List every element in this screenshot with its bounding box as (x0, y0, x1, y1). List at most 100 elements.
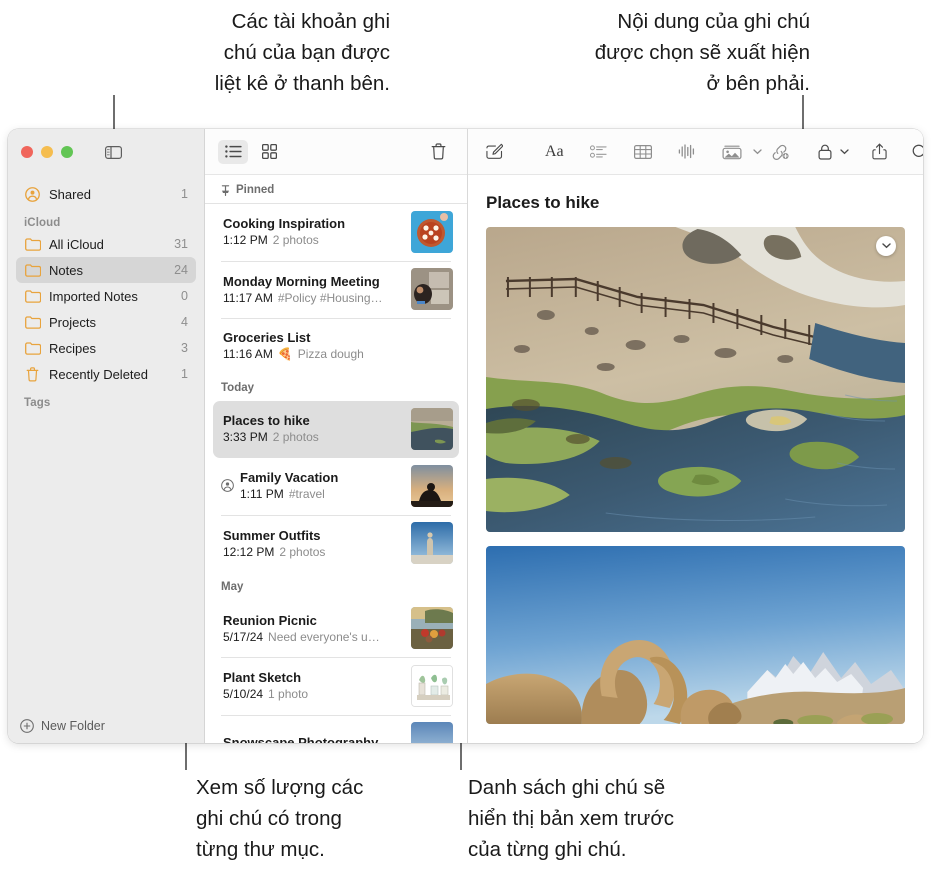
note-item-time: 1:12 PM (223, 233, 268, 247)
checklist-icon[interactable] (586, 139, 611, 165)
minimize-button[interactable] (41, 146, 53, 158)
sidebar-item-count: 3 (181, 341, 188, 355)
gallery-view-icon[interactable] (254, 140, 284, 164)
callout-bottom-right: Danh sách ghi chú sẽ hiển thị bản xem tr… (468, 776, 675, 861)
sidebar-item-count: 31 (174, 237, 188, 251)
notes-app-window: Shared 1 iCloud All iCloud 31 Notes 24 I… (8, 129, 923, 743)
chevron-down-icon[interactable] (876, 236, 896, 256)
compose-icon[interactable] (482, 139, 507, 165)
note-item-body: Groceries List 11:16 AM 🍕 Pizza dough (221, 330, 453, 361)
note-item-thumbnail (411, 407, 453, 450)
note-item-title: Plant Sketch (223, 670, 302, 685)
folder-icon (24, 262, 41, 278)
note-list-item[interactable]: Cooking Inspiration 1:12 PM 2 photos (213, 204, 459, 261)
note-item-title: Cooking Inspiration (223, 216, 346, 231)
link-add-icon[interactable] (766, 139, 794, 165)
share-icon[interactable] (868, 139, 891, 165)
trash-icon[interactable] (423, 140, 453, 164)
sidebar-item-recipes[interactable]: Recipes 3 (16, 335, 196, 361)
table-icon[interactable] (630, 139, 656, 165)
zoom-button[interactable] (61, 146, 73, 158)
sidebar-item-count: 1 (181, 367, 188, 381)
note-item-meta: 5/10/24 1 photo (223, 687, 405, 701)
note-item-title: Groceries List (223, 329, 311, 345)
sidebar-item-label: Recently Deleted (49, 366, 148, 382)
note-item-preview: Need everyone's u… (268, 629, 380, 644)
note-item-body: Summer Outfits 12:12 PM 2 photos (221, 528, 405, 559)
note-item-title: Family Vacation (240, 470, 339, 485)
format-aa-icon[interactable]: Aa (541, 139, 568, 165)
note-item-preview: 2 photos (279, 544, 326, 559)
note-item-time: 5/10/24 (223, 687, 264, 701)
callout-bottom-left: Xem số lượng các ghi chú có trong từng t… (196, 776, 364, 861)
note-list-item[interactable]: Monday Morning Meeting 11:17 AM #Policy … (213, 261, 459, 318)
hot-creek-river-photo[interactable] (486, 227, 905, 532)
note-item-thumbnail (411, 607, 453, 649)
note-item-meta: 12:12 PM 2 photos (223, 545, 405, 559)
pin-icon (221, 184, 230, 196)
folder-icon (24, 236, 41, 252)
note-list-item[interactable]: Reunion Picnic 5/17/24 Need everyone's u… (213, 600, 459, 657)
pizza-emoji-icon: 🍕 (277, 346, 293, 361)
note-item-time: 12:12 PM (223, 544, 275, 559)
note-item-meta: 5/17/24 Need everyone's u… (223, 630, 405, 644)
sidebar-item-projects[interactable]: Projects 4 (16, 309, 196, 335)
note-list-item[interactable]: Snowscape Photography (213, 715, 459, 743)
close-button[interactable] (21, 146, 33, 158)
note-item-body: Snowscape Photography (221, 735, 405, 744)
folder-icon (24, 288, 41, 304)
sidebar-item-label: All iCloud (49, 236, 104, 252)
note-item-body: Cooking Inspiration 1:12 PM 2 photos (221, 216, 405, 247)
mobius-arch-photo[interactable] (486, 546, 905, 724)
editor-toolbar: Aa (468, 129, 923, 175)
sidebar-item-count: 1 (181, 187, 188, 201)
note-item-body: Reunion Picnic 5/17/24 Need everyone's u… (221, 613, 405, 644)
note-item-preview: 1 photo (268, 687, 309, 701)
note-item-preview: Pizza dough (297, 346, 364, 361)
note-item-title: Monday Morning Meeting (223, 273, 380, 289)
callout-top-right: Nội dung của ghi chú được chọn sẽ xuất h… (594, 10, 810, 95)
folder-icon (24, 340, 41, 356)
note-item-meta: 11:17 AM #Policy #Housing… (223, 291, 405, 305)
notes-list-pane: Pinned Cooking Inspiration 1:12 PM 2 pho… (205, 129, 468, 743)
lock-icon[interactable] (814, 139, 836, 165)
chevron-down-icon[interactable] (836, 139, 853, 165)
chevron-down-icon[interactable] (749, 139, 766, 165)
note-item-meta: 1:11 PM #travel (240, 487, 405, 501)
sidebar-item-label: Imported Notes (49, 288, 138, 304)
note-list-item[interactable]: Family Vacation 1:11 PM #travel (213, 458, 459, 515)
sidebar-item-shared[interactable]: Shared 1 (16, 181, 196, 207)
note-list-item[interactable]: Plant Sketch 5/10/24 1 photo (213, 658, 459, 715)
sidebar-toggle-icon[interactable] (105, 145, 122, 159)
note-item-title: Reunion Picnic (223, 612, 317, 628)
note-list-item[interactable]: Summer Outfits 12:12 PM 2 photos (213, 515, 459, 572)
note-item-meta: 3:33 PM 2 photos (223, 430, 405, 444)
note-item-body: Monday Morning Meeting 11:17 AM #Policy … (221, 274, 405, 305)
note-item-thumbnail (411, 268, 453, 310)
note-title: Places to hike (486, 193, 600, 212)
note-item-body: Places to hike 3:33 PM 2 photos (221, 413, 405, 444)
note-item-title: Summer Outfits (223, 527, 321, 543)
group-header-pinned: Pinned (205, 175, 467, 203)
list-view-icon[interactable] (218, 139, 248, 164)
note-item-preview: 2 photos (272, 430, 319, 444)
media-icon[interactable] (718, 139, 746, 165)
sidebar-item-notes[interactable]: Notes 24 (16, 257, 196, 283)
note-list-item-selected[interactable]: Places to hike 3:33 PM 2 photos (213, 400, 459, 458)
sidebar-item-recently-deleted[interactable]: Recently Deleted 1 (16, 361, 196, 387)
audio-waveform-icon[interactable] (674, 139, 700, 165)
sidebar-item-imported-notes[interactable]: Imported Notes 0 (16, 283, 196, 309)
sidebar-item-label: Notes (49, 262, 83, 278)
new-folder-button[interactable]: New Folder (8, 709, 204, 743)
note-item-body: Plant Sketch 5/10/24 1 photo (221, 670, 405, 701)
sidebar-item-all-icloud[interactable]: All iCloud 31 (16, 231, 196, 257)
note-item-time: 11:17 AM (223, 290, 273, 305)
note-item-body: Family Vacation 1:11 PM #travel (238, 470, 405, 501)
sidebar-section-icloud: iCloud (24, 217, 61, 229)
group-header-may: May (205, 572, 467, 600)
notes-list-toolbar (205, 129, 467, 175)
shared-person-icon (24, 186, 41, 202)
search-icon[interactable] (908, 139, 923, 165)
note-item-time: 11:16 AM (223, 346, 273, 361)
note-list-item[interactable]: Groceries List 11:16 AM 🍕 Pizza dough (213, 319, 459, 373)
